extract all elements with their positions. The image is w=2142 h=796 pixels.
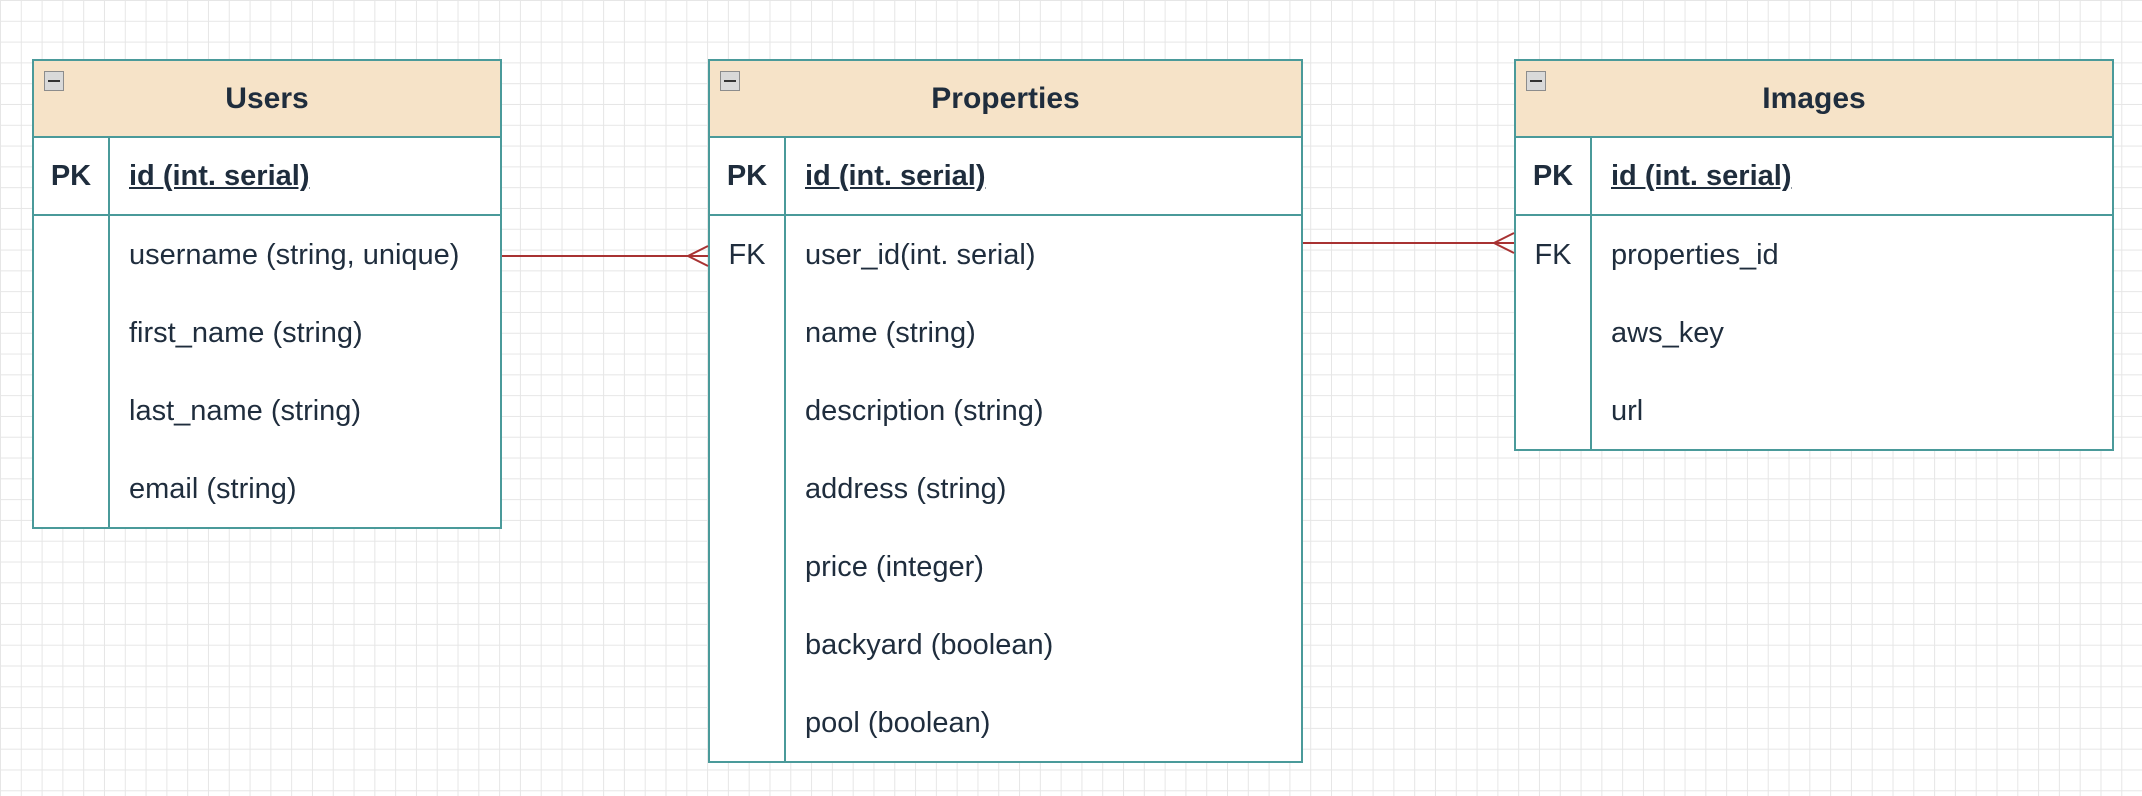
relationship-properties-images[interactable] — [1303, 232, 1515, 254]
relationship-connectors — [502, 232, 1515, 267]
relationship-users-properties[interactable] — [502, 245, 709, 267]
diagram-canvas: Users PK id (int. serial) username (stri… — [0, 0, 2142, 796]
